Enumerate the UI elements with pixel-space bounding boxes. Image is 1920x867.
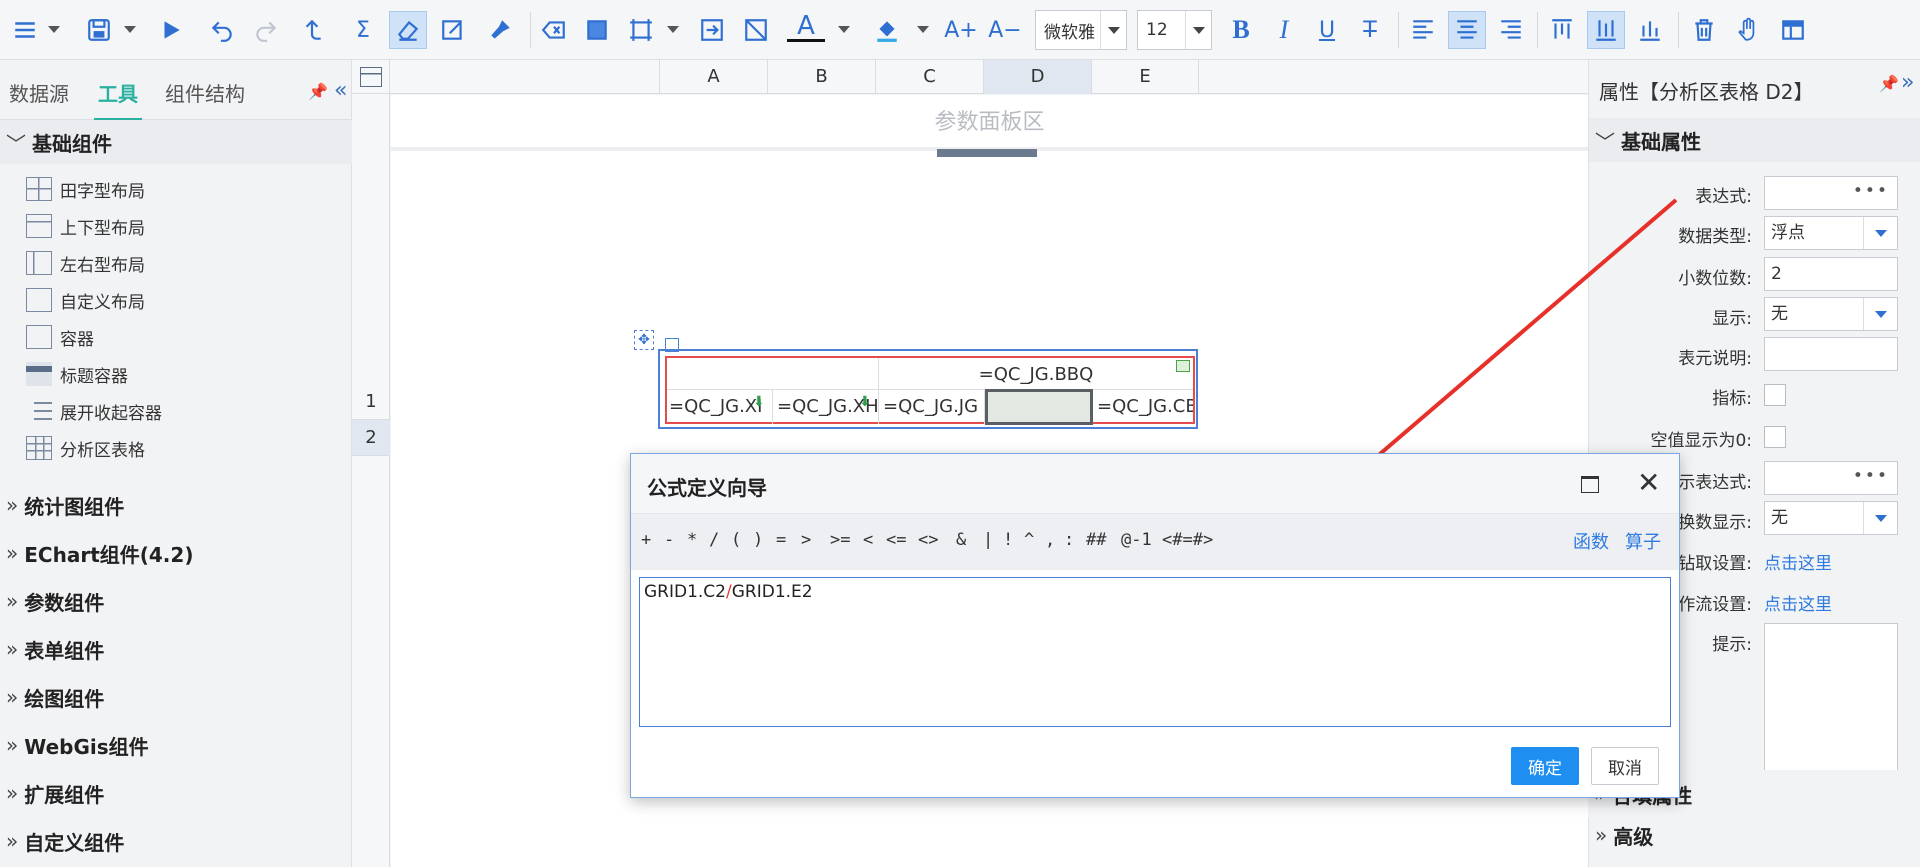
operator-3[interactable]: / [709, 530, 719, 550]
operators-link[interactable]: 算子 [1625, 528, 1661, 554]
operator-10[interactable]: <= [886, 530, 906, 550]
operator-19[interactable]: @-1 [1121, 530, 1152, 550]
operator-8[interactable]: >= [830, 530, 850, 550]
close-icon[interactable]: ✕ [1637, 466, 1660, 499]
operator-4[interactable]: ( [731, 530, 741, 550]
operator-6[interactable]: = [776, 530, 786, 550]
functions-link[interactable]: 函数 [1573, 528, 1609, 554]
ok-button[interactable]: 确定 [1511, 747, 1579, 785]
operator-14[interactable]: ! [1003, 530, 1013, 550]
maximize-icon[interactable] [1581, 476, 1599, 493]
operator-5[interactable]: ) [753, 530, 763, 550]
operator-20[interactable]: <#=#> [1162, 530, 1213, 550]
operator-18[interactable]: ## [1086, 530, 1106, 550]
operator-0[interactable]: + [641, 530, 651, 550]
formula-left: GRID1.C2 [644, 582, 726, 602]
operator-2[interactable]: * [687, 530, 697, 550]
operator-11[interactable]: <> [918, 530, 938, 550]
operator-17[interactable]: : [1064, 530, 1074, 550]
dialog-title: 公式定义向导 [647, 476, 767, 500]
operator-15[interactable]: ^ [1024, 530, 1034, 550]
operator-1[interactable]: - [664, 530, 674, 550]
formula-editor[interactable]: GRID1.C2/GRID1.E2 [639, 577, 1671, 727]
operator-7[interactable]: > [801, 530, 811, 550]
formula-dialog: 公式定义向导 ✕ + - * / () = > >= < <= <> & |! ^,: ## @-1 <#=#>… [630, 453, 1680, 798]
operator-16[interactable]: , [1045, 530, 1055, 550]
operator-bar: + - * / () = > >= < <= <> & |! ^,: ## @-1 <#=#> [631, 514, 1679, 570]
operator-9[interactable]: < [863, 530, 873, 550]
operator-12[interactable]: & [956, 530, 966, 550]
dialog-header: 公式定义向导 ✕ [631, 454, 1679, 514]
operator-13[interactable]: | [983, 530, 993, 550]
cancel-button[interactable]: 取消 [1591, 747, 1659, 785]
formula-right: GRID1.E2 [731, 582, 813, 602]
